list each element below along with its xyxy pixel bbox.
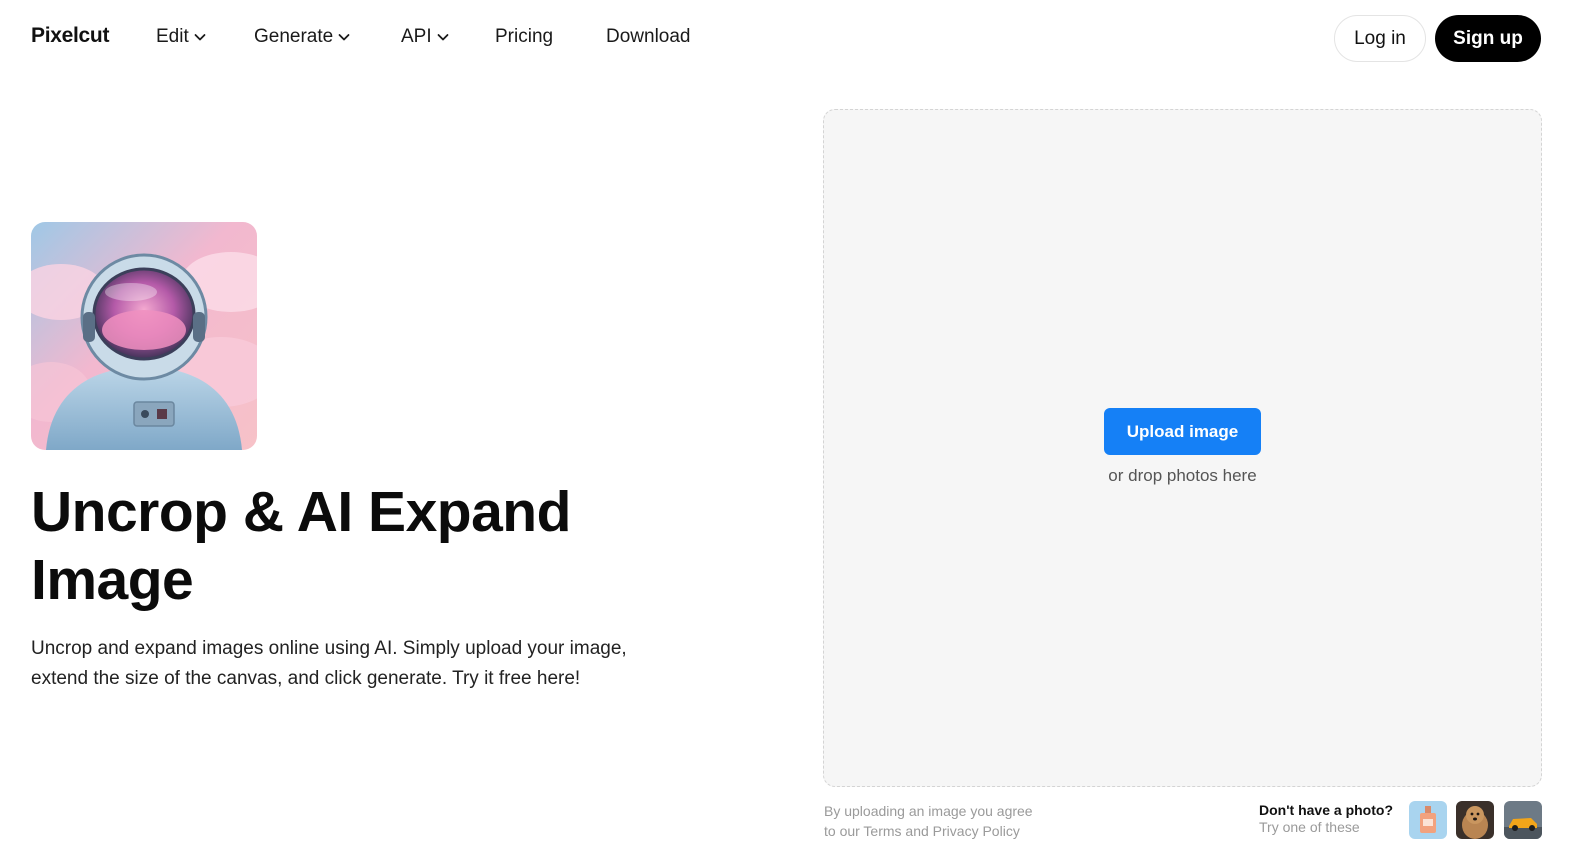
dog-icon [1456,801,1494,839]
upload-image-button[interactable]: Upload image [1104,408,1261,455]
terms-line-2[interactable]: to our Terms and Privacy Policy [824,821,1033,841]
nav-api-label: API [401,26,432,47]
drop-photos-hint: or drop photos here [1108,466,1257,485]
sample-car-thumbnail[interactable] [1504,801,1542,839]
nav-download[interactable]: Download [606,26,691,48]
sample-perfume-thumbnail[interactable] [1409,801,1447,839]
pixelcut-logo[interactable]: Pixelcut [31,24,109,48]
sample-photos-title: Don't have a photo? [1259,802,1393,818]
nav-edit-label: Edit [156,26,189,47]
perfume-bottle-icon [1409,801,1447,839]
chevron-down-icon [194,34,206,41]
nav-api[interactable]: API [401,26,450,48]
nav-pricing-label: Pricing [495,26,554,47]
sample-photos-subtitle: Try one of these [1259,819,1360,835]
nav-generate-label: Generate [254,26,334,47]
page-title: Uncrop & AI Expand Image [31,480,571,612]
nav-generate[interactable]: Generate [254,26,351,48]
nav-pricing[interactable]: Pricing [495,26,553,48]
page-description: Uncrop and expand images online using AI… [31,638,627,689]
car-icon [1504,801,1542,839]
astronaut-illustration [31,222,257,450]
chevron-down-icon [437,34,449,41]
sample-dog-thumbnail[interactable] [1456,801,1494,839]
chevron-down-icon [338,34,350,41]
upload-terms-notice: By uploading an image you agree to our T… [824,801,1033,841]
nav-download-label: Download [606,26,691,47]
terms-line-1: By uploading an image you agree [824,803,1033,819]
top-navigation: Pixelcut Edit Generate API Pricing Downl… [0,0,1594,78]
signup-button[interactable]: Sign up [1435,15,1541,62]
nav-edit[interactable]: Edit [156,26,207,48]
login-button[interactable]: Log in [1334,15,1426,62]
